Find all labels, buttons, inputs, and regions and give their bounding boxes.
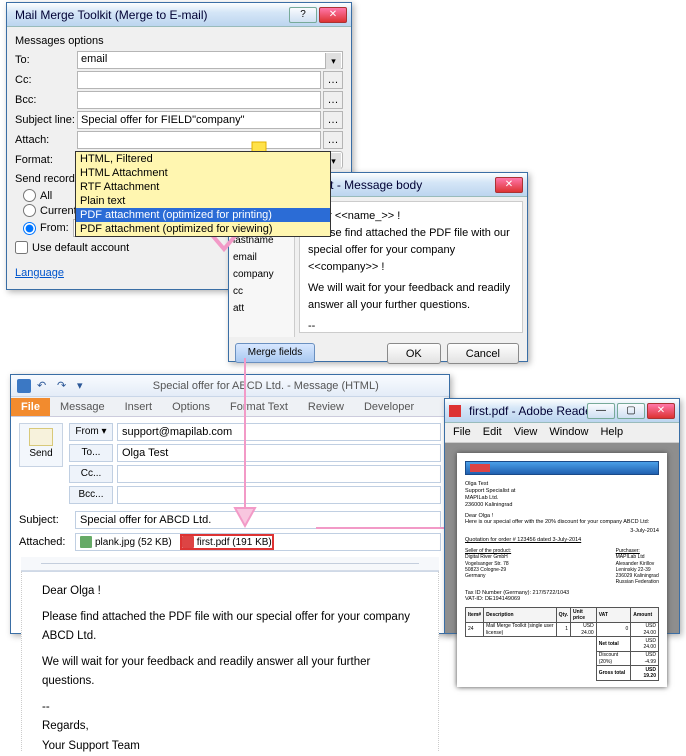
radio-from[interactable]: [23, 222, 36, 235]
window-title: Mail Merge Toolkit (Merge to E-mail): [11, 8, 289, 22]
logo-icon: [470, 464, 490, 472]
close-button[interactable]: ✕: [319, 7, 347, 23]
tab-options[interactable]: Options: [162, 398, 220, 416]
adobe-icon: [449, 405, 461, 417]
tab-message[interactable]: Message: [50, 398, 115, 416]
maximize-button[interactable]: ▢: [617, 403, 645, 419]
merge-field[interactable]: company: [229, 266, 294, 283]
reader-viewport[interactable]: Olga Test Support Specialist at MAPILab …: [445, 443, 679, 633]
tab-insert[interactable]: Insert: [115, 398, 163, 416]
format-option-selected[interactable]: PDF attachment (optimized for printing): [76, 208, 330, 222]
to-input[interactable]: [117, 444, 441, 462]
bcc-picker-button[interactable]: …: [323, 91, 343, 109]
ruler: [21, 557, 439, 571]
close-button[interactable]: ✕: [495, 177, 523, 193]
attachment-item[interactable]: plank.jpg (52 KB): [80, 536, 172, 548]
attach-label: Attach:: [15, 134, 77, 146]
merge-field[interactable]: cc: [229, 283, 294, 300]
language-link[interactable]: Language: [15, 267, 64, 279]
format-option[interactable]: RTF Attachment: [76, 180, 330, 194]
menu-window[interactable]: Window: [549, 426, 588, 439]
window-title: first.pdf - Adobe Reader: [465, 404, 587, 418]
titlebar[interactable]: Mail Merge Toolkit (Merge to E-mail) ? ✕: [7, 3, 351, 27]
save-icon[interactable]: [17, 379, 31, 393]
format-option[interactable]: PDF attachment (optimized for viewing): [76, 222, 330, 236]
radio-current[interactable]: [23, 204, 36, 217]
to-label: To:: [15, 54, 77, 66]
pdf-page: Olga Test Support Specialist at MAPILab …: [457, 453, 667, 687]
cc-label: Cc:: [15, 74, 77, 86]
merge-field[interactable]: att: [229, 300, 294, 317]
bcc-input[interactable]: [77, 91, 321, 109]
quote-table: Item# Description Qty. Unit price VAT Am…: [465, 607, 659, 681]
cancel-button[interactable]: Cancel: [447, 343, 519, 364]
image-file-icon: [80, 536, 92, 548]
minimize-button[interactable]: —: [587, 403, 615, 419]
messages-options-label: Messages options: [15, 35, 343, 47]
menu-edit[interactable]: Edit: [483, 426, 502, 439]
from-input[interactable]: [117, 423, 441, 441]
subject-label: Subject:: [19, 514, 75, 526]
attach-picker-button[interactable]: …: [323, 131, 343, 149]
tab-developer[interactable]: Developer: [354, 398, 424, 416]
to-select[interactable]: email▾: [77, 51, 343, 69]
pdf-header-bar: [465, 461, 659, 475]
subject-input[interactable]: [77, 111, 321, 129]
from-button[interactable]: From ▾: [69, 423, 113, 441]
subject-label: Subject line:: [15, 114, 77, 126]
more-icon[interactable]: ▾: [77, 379, 83, 392]
menu-view[interactable]: View: [514, 426, 538, 439]
format-option[interactable]: Plain text: [76, 194, 330, 208]
attachment-item-pdf[interactable]: first.pdf (191 KB): [182, 536, 272, 548]
close-button[interactable]: ✕: [647, 403, 675, 419]
cc-button[interactable]: Cc...: [69, 465, 113, 483]
cc-input[interactable]: [117, 465, 441, 483]
compose-body[interactable]: Dear Olga ! Please find attached the PDF…: [21, 571, 439, 751]
bcc-button[interactable]: Bcc...: [69, 486, 113, 504]
to-button[interactable]: To...: [69, 444, 113, 462]
cc-input[interactable]: [77, 71, 321, 89]
attached-label: Attached:: [19, 536, 75, 548]
merge-field[interactable]: email: [229, 249, 294, 266]
format-option[interactable]: HTML, Filtered: [76, 152, 330, 166]
menu-file[interactable]: File: [453, 426, 471, 439]
compose-title: Special offer for ABCD Ltd. - Message (H…: [89, 380, 443, 392]
adobe-reader-window: first.pdf - Adobe Reader — ▢ ✕ File Edit…: [444, 398, 680, 634]
redo-icon[interactable]: ↷: [57, 379, 71, 393]
titlebar[interactable]: first.pdf - Adobe Reader — ▢ ✕: [445, 399, 679, 423]
bcc-input[interactable]: [117, 486, 441, 504]
radio-all[interactable]: [23, 189, 36, 202]
help-button[interactable]: ?: [289, 7, 317, 23]
tab-file[interactable]: File: [11, 398, 50, 416]
use-default-checkbox[interactable]: [15, 241, 28, 254]
format-option[interactable]: HTML Attachment: [76, 166, 330, 180]
ok-button[interactable]: OK: [387, 343, 441, 364]
format-dropdown-list[interactable]: HTML, Filtered HTML Attachment RTF Attac…: [75, 151, 331, 237]
pink-arrow-annotation: [230, 358, 260, 528]
bcc-label: Bcc:: [15, 94, 77, 106]
menu-help[interactable]: Help: [600, 426, 623, 439]
format-label: Format:: [15, 154, 77, 166]
cc-picker-button[interactable]: …: [323, 71, 343, 89]
reader-menu-bar: File Edit View Window Help: [445, 423, 679, 443]
subject-picker-button[interactable]: …: [323, 111, 343, 129]
pdf-file-icon: [182, 536, 194, 548]
chevron-down-icon: ▾: [325, 53, 341, 69]
message-body-editor[interactable]: Dear <<name_>> ! Please find attached th…: [299, 201, 523, 333]
send-button[interactable]: Send: [19, 423, 63, 467]
tab-review[interactable]: Review: [298, 398, 354, 416]
undo-icon[interactable]: ↶: [37, 379, 51, 393]
